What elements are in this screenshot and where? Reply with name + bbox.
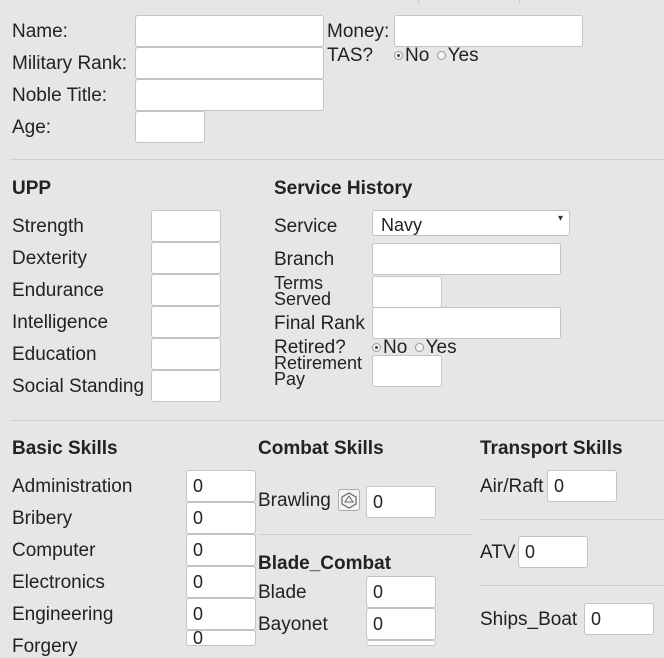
strength-input[interactable] (151, 210, 221, 242)
terms-served-input[interactable] (372, 276, 442, 308)
basic-skill-label: Engineering (12, 604, 114, 625)
retired-yes-radio[interactable] (414, 343, 424, 352)
brawling-input[interactable] (366, 486, 436, 518)
retired-no-radio[interactable] (372, 343, 381, 352)
age-label: Age: (12, 117, 52, 138)
basic-skill-label: Bribery (12, 508, 73, 529)
transport-skills-title: Transport Skills (480, 438, 623, 459)
basic-skill-label: Administration (12, 476, 133, 497)
divider-2 (10, 420, 664, 421)
top-tab-stub (418, 0, 520, 4)
air-raft-input[interactable] (547, 470, 617, 502)
divider-1 (10, 159, 664, 160)
ships-boat-label: Ships_Boat (480, 609, 578, 630)
basic-skill-label: Computer (12, 540, 96, 561)
forgery-input[interactable] (186, 630, 256, 646)
retirement-pay-input[interactable] (372, 355, 442, 387)
tas-no-radio[interactable] (394, 51, 403, 60)
upp-stat-label: Intelligence (12, 312, 109, 333)
blade-label: Blade (258, 582, 307, 603)
tas-yes-radio[interactable] (436, 51, 446, 60)
divider-transport-1 (480, 519, 664, 520)
blade-combat-title: Blade_Combat (258, 553, 392, 574)
dice-icon-graphic (341, 492, 357, 509)
service-label: Service (274, 216, 338, 237)
retirement-pay-label-2: Pay (274, 369, 306, 389)
tas-radio-group: No Yes (394, 45, 479, 67)
name-input[interactable] (135, 15, 324, 47)
service-select[interactable]: Navy ▾ (372, 210, 570, 236)
administration-input[interactable] (186, 470, 256, 502)
upp-title: UPP (12, 178, 52, 199)
dice-icon[interactable] (338, 489, 360, 511)
combat-skills-title: Combat Skills (258, 438, 384, 459)
atv-label: ATV (480, 542, 516, 563)
tas-yes-label: Yes (447, 45, 479, 66)
branch-input[interactable] (372, 243, 561, 275)
bayonet-label: Bayonet (258, 614, 328, 635)
service-history-title: Service History (274, 178, 413, 199)
atv-input[interactable] (518, 536, 588, 568)
money-label: Money: (327, 21, 390, 42)
divider-combat (258, 534, 472, 535)
basic-skill-label: Forgery (12, 636, 78, 657)
engineering-input[interactable] (186, 598, 256, 630)
bribery-input[interactable] (186, 502, 256, 534)
branch-label: Branch (274, 249, 335, 270)
air-raft-label: Air/Raft (480, 476, 544, 497)
education-input[interactable] (151, 338, 221, 370)
computer-input[interactable] (186, 534, 256, 566)
endurance-input[interactable] (151, 274, 221, 306)
military-rank-input[interactable] (135, 47, 324, 79)
basic-skill-label: Electronics (12, 572, 105, 593)
intelligence-input[interactable] (151, 306, 221, 338)
upp-stat-label: Dexterity (12, 248, 87, 269)
tas-label: TAS? (327, 45, 374, 66)
noble-title-label: Noble Title: (12, 85, 108, 106)
upp-stat-label: Strength (12, 216, 84, 237)
blade-input[interactable] (366, 576, 436, 608)
final-rank-input[interactable] (372, 307, 561, 339)
money-input[interactable] (394, 15, 583, 47)
basic-skills-title: Basic Skills (12, 438, 118, 459)
bayonet-input[interactable] (366, 608, 436, 640)
chevron-down-icon: ▾ (557, 213, 563, 224)
social-standing-input[interactable] (151, 370, 221, 402)
noble-title-input[interactable] (135, 79, 324, 111)
ships-boat-input[interactable] (584, 603, 654, 635)
military-rank-label: Military Rank: (12, 53, 128, 74)
service-select-value: Navy (381, 215, 423, 235)
terms-served-label-2: Served (274, 289, 332, 309)
upp-stat-label: Endurance (12, 280, 104, 301)
divider-transport-2 (480, 585, 664, 586)
upp-stat-label: Social Standing (12, 376, 145, 397)
dexterity-input[interactable] (151, 242, 221, 274)
final-rank-label: Final Rank (274, 313, 365, 334)
age-input[interactable] (135, 111, 205, 143)
electronics-input[interactable] (186, 566, 256, 598)
tas-no-label: No (405, 45, 430, 66)
name-label: Name: (12, 21, 68, 42)
upp-stat-label: Education (12, 344, 97, 365)
brawling-label: Brawling (258, 490, 331, 511)
blade-combat-next-input[interactable] (366, 640, 436, 646)
